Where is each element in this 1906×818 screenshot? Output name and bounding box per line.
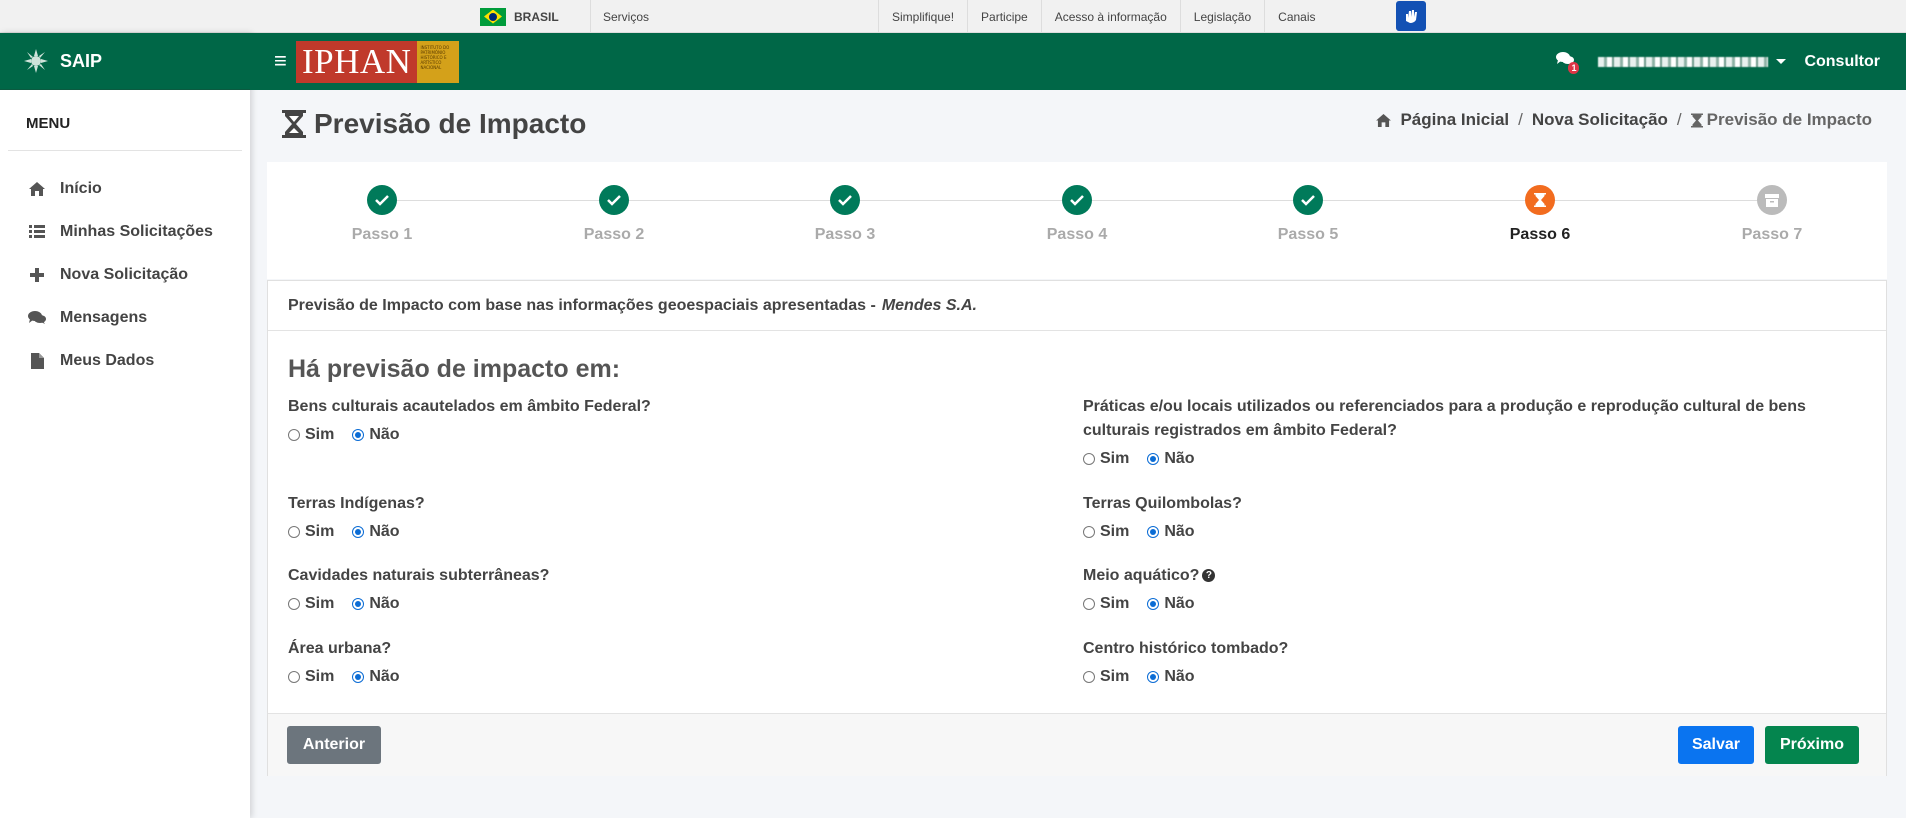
question-cavidades: Cavidades naturais subterrâneas? Sim Não <box>288 564 1048 616</box>
step-7[interactable]: Passo 7 <box>1722 185 1822 244</box>
impact-form-card: Previsão de Impacto com base nas informa… <box>267 280 1887 776</box>
radio-nao[interactable]: Não <box>1147 520 1195 544</box>
plus-icon <box>28 267 46 282</box>
hourglass-icon <box>1525 185 1555 215</box>
check-icon <box>1062 185 1092 215</box>
iphan-logo-text: IPHAN <box>296 41 418 83</box>
hands-icon <box>1406 10 1417 23</box>
radio-sim[interactable]: Sim <box>1083 447 1129 471</box>
form-body: Há previsão de impacto em: Bens culturai… <box>268 331 1886 713</box>
menu-title: MENU <box>8 90 242 151</box>
list-icon <box>28 224 46 239</box>
main-header: ≡ IPHAN INSTITUTO DO PATRIMÔNIO HISTÓRIC… <box>250 33 1906 90</box>
next-button[interactable]: Próximo <box>1765 726 1859 764</box>
caret-down-icon <box>1776 59 1787 64</box>
question-meio-aquatico: Meio aquático?? Sim Não <box>1083 564 1873 616</box>
previous-button[interactable]: Anterior <box>287 726 381 764</box>
brand-name: SAIP <box>60 50 103 71</box>
messages-button[interactable]: 1 <box>1556 51 1580 74</box>
gov-link-canais[interactable]: Canais <box>1264 0 1328 33</box>
radio-sim[interactable]: Sim <box>1083 520 1129 544</box>
hourglass-icon <box>1690 113 1703 127</box>
radio-sim[interactable]: Sim <box>288 592 334 616</box>
question-bens-culturais: Bens culturais acautelados em âmbito Fed… <box>288 395 1048 447</box>
radio-nao[interactable]: Não <box>352 423 400 447</box>
stepper: Passo 1 Passo 2 Passo 3 Passo 4 Passo 5 … <box>267 162 1887 279</box>
archive-icon <box>1757 185 1787 215</box>
brand-link[interactable]: SAIP <box>0 33 250 90</box>
user-menu-dropdown[interactable] <box>1598 56 1787 67</box>
iphan-logo[interactable]: IPHAN INSTITUTO DO PATRIMÔNIO HISTÓRICO … <box>296 41 460 83</box>
user-role: Consultor <box>1804 52 1880 70</box>
step-1[interactable]: Passo 1 <box>332 185 432 244</box>
radio-sim[interactable]: Sim <box>288 423 334 447</box>
sidebar-item-mensagens[interactable]: Mensagens <box>0 296 250 339</box>
sidebar-item-inicio[interactable]: Início <box>0 167 250 210</box>
file-icon <box>28 352 46 369</box>
step-5[interactable]: Passo 5 <box>1258 185 1358 244</box>
home-icon <box>28 181 46 196</box>
breadcrumb: Página Inicial / Nova Solicitação / Prev… <box>1376 110 1872 130</box>
brazil-flag-icon <box>480 7 506 26</box>
form-header: Previsão de Impacto com base nas informa… <box>268 281 1886 331</box>
sidebar-menu: Início Minhas Solicitações Nova Solicita… <box>0 151 250 382</box>
check-icon <box>599 185 629 215</box>
breadcrumb-nova-solicitacao[interactable]: Nova Solicitação <box>1532 110 1668 130</box>
home-icon <box>1376 113 1392 127</box>
gov-link-participe[interactable]: Participe <box>967 0 1041 33</box>
gov-link-simplifique[interactable]: Simplifique! <box>878 0 967 33</box>
radio-sim[interactable]: Sim <box>288 665 334 689</box>
iphan-logo-subtext: INSTITUTO DO PATRIMÔNIO HISTÓRICO E ARTÍ… <box>417 41 460 83</box>
saip-logo-icon <box>24 49 48 73</box>
step-2[interactable]: Passo 2 <box>564 185 664 244</box>
sidebar-item-meus-dados[interactable]: Meus Dados <box>0 339 250 382</box>
sidebar-item-minhas-solicitacoes[interactable]: Minhas Solicitações <box>0 210 250 253</box>
accessibility-vlibras-button[interactable] <box>1396 1 1426 31</box>
hamburger-menu-icon[interactable]: ≡ <box>274 50 287 72</box>
question-praticas-locais: Práticas e/ou locais utilizados ou refer… <box>1083 395 1873 471</box>
radio-sim[interactable]: Sim <box>1083 592 1129 616</box>
help-icon[interactable]: ? <box>1202 569 1216 583</box>
radio-sim[interactable]: Sim <box>1083 665 1129 689</box>
step-3[interactable]: Passo 3 <box>795 185 895 244</box>
gov-links: Simplifique! Participe Acesso à informaç… <box>878 0 1329 33</box>
radio-nao[interactable]: Não <box>1147 665 1195 689</box>
radio-nao[interactable]: Não <box>352 592 400 616</box>
question-area-urbana: Área urbana? Sim Não <box>288 637 1048 689</box>
page-title: Previsão de Impacto <box>282 108 586 140</box>
hourglass-icon <box>282 110 306 138</box>
gov-link-legislacao[interactable]: Legislação <box>1179 0 1264 33</box>
radio-nao[interactable]: Não <box>1147 447 1195 471</box>
check-icon <box>830 185 860 215</box>
radio-nao[interactable]: Não <box>1147 592 1195 616</box>
sidebar: SAIP MENU Início Minhas Solicitações Nov… <box>0 33 250 818</box>
form-footer: Anterior Salvar Próximo <box>268 713 1886 776</box>
sidebar-item-nova-solicitacao[interactable]: Nova Solicitação <box>0 253 250 296</box>
check-icon <box>367 185 397 215</box>
radio-nao[interactable]: Não <box>352 520 400 544</box>
company-name: Mendes S.A. <box>881 296 977 314</box>
step-4[interactable]: Passo 4 <box>1027 185 1127 244</box>
servicos-link[interactable]: Serviços <box>590 0 649 33</box>
gov-link-acesso[interactable]: Acesso à informação <box>1040 0 1180 33</box>
brasil-link[interactable]: BRASIL <box>480 0 559 33</box>
radio-sim[interactable]: Sim <box>288 520 334 544</box>
brasil-label: BRASIL <box>514 9 559 24</box>
section-title: Há previsão de impacto em: <box>288 355 621 383</box>
messages-count-badge: 1 <box>1568 61 1580 74</box>
chat-icon <box>28 310 46 325</box>
breadcrumb-home[interactable]: Página Inicial <box>1400 110 1509 130</box>
step-6[interactable]: Passo 6 <box>1490 185 1590 244</box>
question-terras-indigenas: Terras Indígenas? Sim Não <box>288 492 1048 544</box>
save-button[interactable]: Salvar <box>1678 726 1754 764</box>
breadcrumb-current: Previsão de Impacto <box>1690 110 1872 130</box>
gov-top-bar: BRASIL Serviços Simplifique! Participe A… <box>0 0 1906 33</box>
question-centro-historico: Centro histórico tombado? Sim Não <box>1083 637 1873 689</box>
header-right: 1 Consultor <box>1556 33 1880 90</box>
radio-nao[interactable]: Não <box>352 665 400 689</box>
question-terras-quilombolas: Terras Quilombolas? Sim Não <box>1083 492 1873 544</box>
user-name-redacted <box>1598 56 1769 67</box>
check-icon <box>1293 185 1323 215</box>
